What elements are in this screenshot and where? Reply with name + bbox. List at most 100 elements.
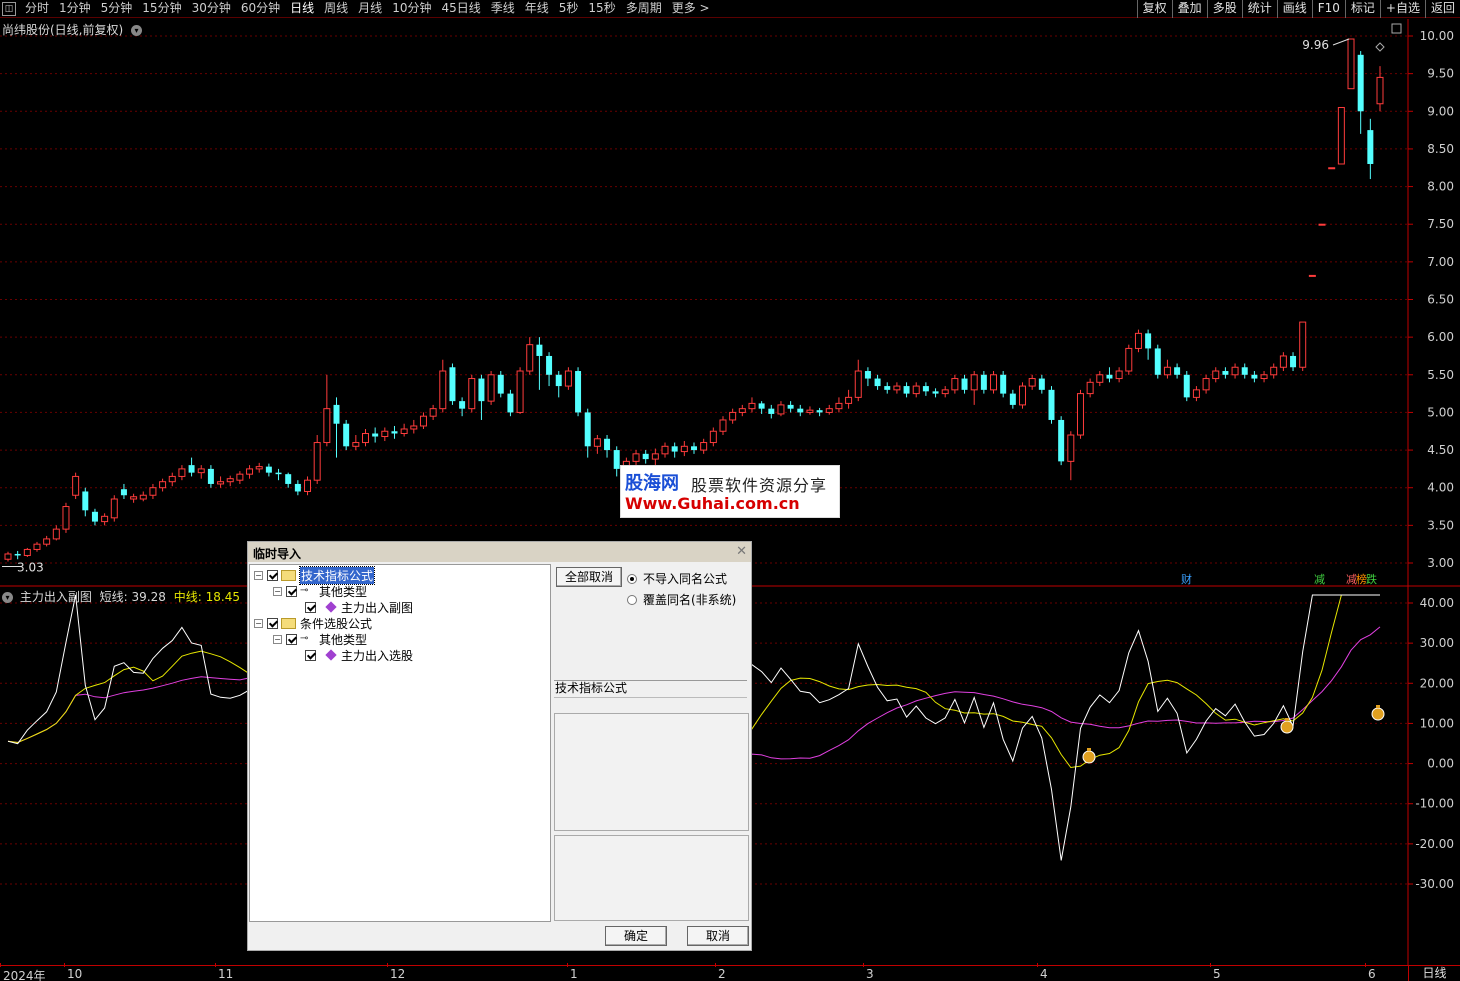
maximize-icon[interactable] — [1391, 23, 1402, 34]
candle[interactable] — [748, 397, 756, 413]
tree-node-2[interactable]: 主力出入副图 — [292, 599, 413, 615]
candle[interactable] — [33, 541, 41, 552]
candle[interactable] — [1270, 363, 1278, 379]
radio-overwrite-dot[interactable] — [627, 594, 637, 605]
candle[interactable] — [575, 367, 582, 417]
candle[interactable] — [970, 371, 978, 405]
candle[interactable] — [14, 550, 21, 560]
candle[interactable] — [400, 423, 408, 437]
period-tab-2[interactable]: 5分钟 — [96, 0, 138, 17]
candle[interactable] — [1318, 223, 1326, 226]
period-tab-1[interactable]: 1分钟 — [54, 0, 96, 17]
candle[interactable] — [719, 416, 727, 436]
candle[interactable] — [313, 435, 321, 484]
candle[interactable] — [893, 382, 901, 394]
period-tab-9[interactable]: 10分钟 — [387, 0, 436, 17]
candle[interactable] — [691, 442, 697, 454]
description-panel[interactable] — [554, 713, 749, 831]
candle[interactable] — [1279, 352, 1287, 372]
candle[interactable] — [304, 476, 312, 496]
candle[interactable] — [1299, 321, 1307, 372]
period-tab-15[interactable]: 多周期 — [621, 0, 667, 17]
candle[interactable] — [990, 371, 998, 394]
candle[interactable] — [72, 472, 80, 500]
candle[interactable] — [1145, 329, 1152, 360]
candle[interactable] — [1174, 363, 1181, 379]
period-tab-13[interactable]: 5秒 — [554, 0, 584, 17]
candle[interactable] — [797, 404, 804, 417]
period-tab-5[interactable]: 60分钟 — [236, 0, 285, 17]
candle[interactable] — [217, 476, 225, 488]
candle[interactable] — [468, 374, 476, 413]
candle[interactable] — [275, 468, 282, 481]
candle[interactable] — [265, 463, 272, 477]
candle[interactable] — [1212, 367, 1220, 383]
candle[interactable] — [120, 483, 127, 500]
candle[interactable] — [352, 435, 360, 451]
candle[interactable] — [651, 448, 659, 466]
candle[interactable] — [661, 442, 669, 458]
candle[interactable] — [1241, 363, 1248, 379]
candle[interactable] — [1058, 416, 1065, 466]
candle[interactable] — [497, 371, 504, 398]
tree-node-4[interactable]: − ⊸ 其他类型 — [273, 631, 367, 647]
candle[interactable] — [139, 491, 147, 502]
candle[interactable] — [1125, 344, 1133, 375]
candle[interactable] — [478, 374, 485, 420]
candle[interactable] — [1328, 167, 1336, 170]
candle[interactable] — [961, 374, 968, 394]
candle[interactable] — [110, 495, 118, 522]
period-tab-6[interactable]: 日线 — [285, 0, 319, 17]
candle[interactable] — [1357, 51, 1364, 134]
collapse-icon[interactable]: − — [254, 618, 263, 628]
period-tab-7[interactable]: 周线 — [319, 0, 353, 17]
candle[interactable] — [343, 419, 350, 451]
checkbox[interactable] — [286, 585, 297, 597]
candle[interactable] — [429, 404, 437, 420]
radio-no-import[interactable]: 不导入同名公式 — [627, 570, 727, 587]
candle[interactable] — [294, 480, 301, 496]
candle[interactable] — [874, 374, 881, 390]
collapse-icon[interactable]: − — [254, 570, 263, 580]
candle[interactable] — [1192, 386, 1200, 402]
candle[interactable] — [255, 462, 263, 473]
candle[interactable] — [613, 446, 620, 477]
toolbar-button-5[interactable]: F10 — [1311, 0, 1345, 18]
candle[interactable] — [52, 525, 60, 541]
candle[interactable] — [1009, 389, 1016, 409]
candle[interactable] — [1028, 374, 1036, 390]
candle[interactable] — [845, 389, 853, 409]
candle[interactable] — [951, 374, 959, 394]
candle[interactable] — [361, 428, 369, 447]
candle[interactable] — [1134, 329, 1142, 353]
menu-square-icon[interactable]: ◫ — [2, 1, 16, 16]
candle[interactable] — [236, 471, 244, 484]
cancel-button[interactable]: 取消 — [687, 926, 749, 946]
period-tab-3[interactable]: 15分钟 — [137, 0, 186, 17]
candle[interactable] — [333, 397, 340, 458]
event-flag-4[interactable]: 跌 — [1366, 572, 1377, 586]
candle[interactable] — [419, 412, 427, 429]
candle[interactable] — [1115, 367, 1123, 383]
period-tab-14[interactable]: 15秒 — [583, 0, 620, 17]
toolbar-button-8[interactable]: 返回 — [1424, 0, 1460, 18]
money-bag-icon[interactable] — [1371, 705, 1385, 721]
candle[interactable] — [593, 435, 601, 454]
deselect-all-button[interactable]: 全部取消 — [556, 567, 622, 587]
tree-node-5[interactable]: 主力出入选股 — [292, 647, 413, 663]
candle[interactable] — [604, 435, 611, 458]
candle[interactable] — [1096, 371, 1104, 387]
candle[interactable] — [1337, 107, 1345, 165]
checkbox[interactable] — [305, 649, 316, 661]
candle[interactable] — [246, 465, 254, 479]
candle[interactable] — [323, 374, 331, 447]
candle[interactable] — [1290, 352, 1297, 372]
candle[interactable] — [932, 388, 939, 398]
toolbar-button-3[interactable]: 统计 — [1241, 0, 1277, 18]
candle[interactable] — [285, 472, 292, 488]
money-bag-icon[interactable] — [1082, 748, 1096, 764]
period-tab-10[interactable]: 45日线 — [436, 0, 485, 17]
candle[interactable] — [1019, 382, 1027, 409]
candle[interactable] — [1260, 371, 1268, 383]
candle[interactable] — [680, 441, 688, 457]
